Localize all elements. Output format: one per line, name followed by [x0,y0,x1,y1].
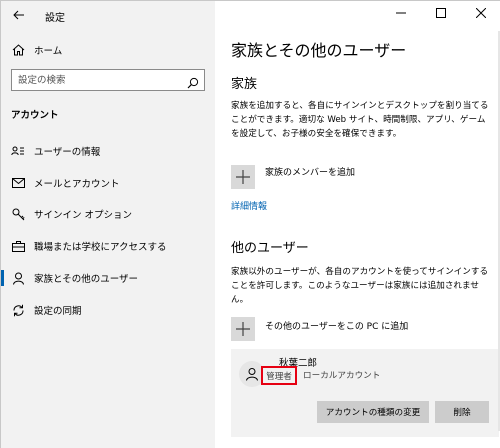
sidebar-item-signin-options[interactable]: サインイン オプション [1,202,215,226]
section-label-accounts: アカウント [11,110,59,121]
sidebar-item-user-info[interactable]: ユーザーの情報 [1,139,215,163]
minimize-button[interactable] [381,1,421,25]
sidebar-item-label: 設定の同期 [34,306,82,317]
user-info-icon [11,144,25,158]
section-heading-family: 家族 [231,77,258,92]
close-icon [476,8,486,18]
title-bar: 設定 [1,1,215,31]
sidebar: 設定 ホーム アカウント [1,1,215,448]
sidebar-item-mail[interactable]: メールとアカウント [1,171,215,195]
sidebar-item-family[interactable]: 家族とその他のユーザー [1,266,215,290]
plus-icon [236,170,250,184]
home-icon [11,43,25,57]
change-account-type-button[interactable]: アカウントの種類の変更 [317,401,429,423]
close-button[interactable] [461,1,500,25]
sidebar-item-work-school[interactable]: 職場または学校にアクセスする [1,234,215,258]
section-heading-others: 他のユーザー [231,241,309,256]
window-controls [381,1,500,27]
page-title: 家族とその他のユーザー [231,41,407,60]
user-card[interactable]: 秋葉二郎 管理者 ローカルアカウント アカウントの種類の変更 削除 [231,349,499,437]
sync-icon [11,303,25,317]
nav-home[interactable]: ホーム [1,39,215,61]
sidebar-item-label: メールとアカウント [34,179,120,190]
user-icon [246,368,258,381]
sidebar-item-label: 家族とその他のユーザー [34,274,139,285]
minimize-icon [396,12,406,14]
mail-icon [11,176,25,190]
sidebar-item-label: 職場または学校にアクセスする [34,242,167,253]
sidebar-item-label: ユーザーの情報 [34,147,101,158]
key-icon [11,207,25,221]
account-type: ローカルアカウント [303,371,381,381]
briefcase-icon [11,239,25,253]
family-icon [11,271,25,285]
selection-indicator [1,270,4,286]
app-title: 設定 [45,13,65,24]
plus-icon [236,322,250,336]
admin-badge: 管理者 [261,366,297,385]
back-arrow-icon [13,10,24,20]
sidebar-item-sync[interactable]: 設定の同期 [1,298,215,322]
search-icon[interactable] [187,74,199,89]
details-link[interactable]: 詳細情報 [231,199,267,212]
search-box[interactable] [11,69,205,91]
add-family-button[interactable] [231,165,255,189]
main-panel: 家族とその他のユーザー 家族 家族を追加すると、各自にサインインとデスクトップを… [215,1,500,448]
family-description: 家族を追加すると、各自にサインインとデスクトップを割り当てることができます。適切… [231,101,489,139]
delete-button[interactable]: 削除 [435,401,489,423]
sidebar-item-label: サインイン オプション [34,210,133,221]
add-other-user-label[interactable]: その他のユーザーをこの PC に追加 [265,319,408,332]
search-input[interactable] [12,70,182,90]
back-button[interactable] [7,4,31,26]
add-other-user-button[interactable] [231,317,255,341]
add-family-label[interactable]: 家族のメンバーを追加 [265,165,355,178]
maximize-icon [436,8,446,18]
others-description: 家族以外のユーザーが、各自のアカウントを使ってサインインすることを許可します。こ… [231,267,489,305]
maximize-button[interactable] [421,1,461,25]
nav-home-label: ホーム [34,46,63,57]
settings-window: 設定 ホーム アカウント [0,0,500,448]
